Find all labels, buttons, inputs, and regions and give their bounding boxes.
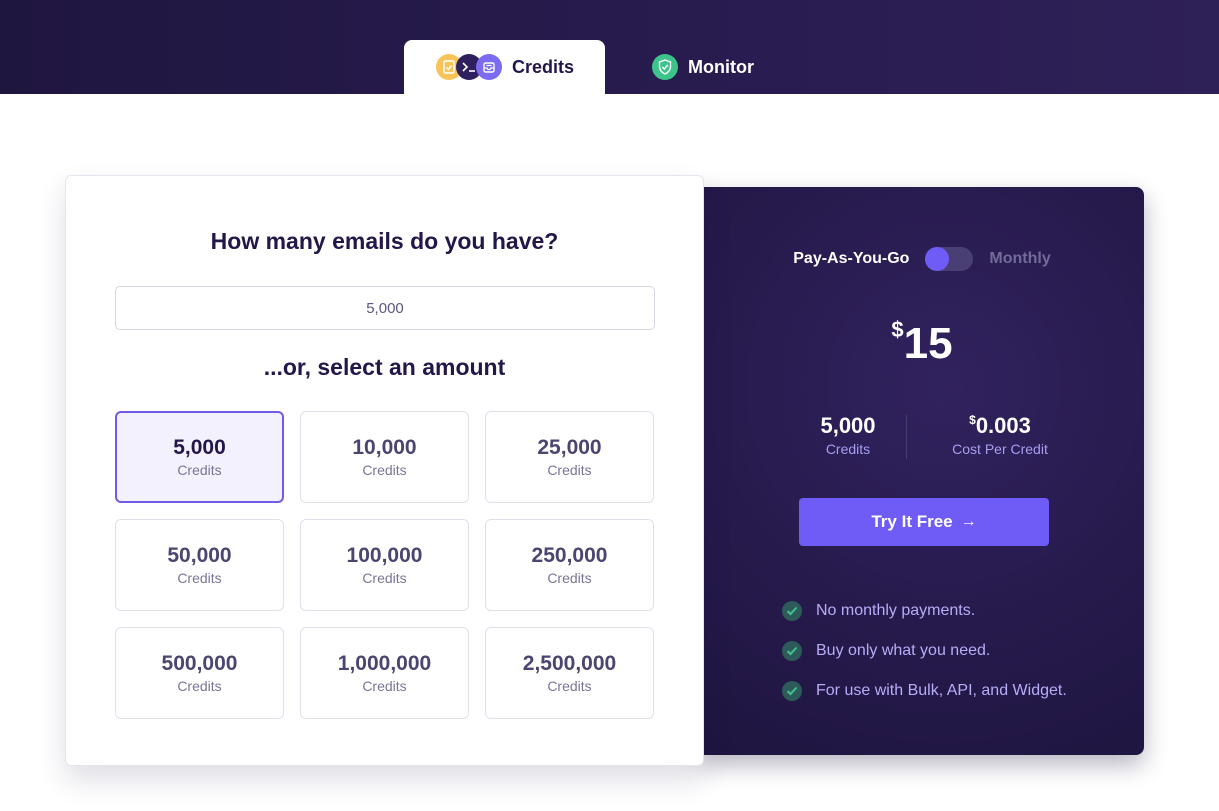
tab-credits-label: Credits: [512, 56, 575, 77]
billing-toggle-row: Pay-As-You-Go Monthly: [700, 247, 1144, 271]
feature-item: For use with Bulk, API, and Widget.: [782, 671, 1067, 711]
amount-unit: Credits: [362, 462, 407, 478]
feature-item: No monthly payments.: [782, 591, 1067, 631]
pricing-summary-panel: Pay-As-You-Go Monthly $15 5,000 Credits …: [700, 187, 1144, 755]
amount-option-1000000[interactable]: 1,000,000 Credits: [300, 627, 469, 719]
cost-per-credit-label: Cost Per Credit: [952, 441, 1048, 457]
amount-value: 50,000: [167, 544, 232, 567]
question-heading: How many emails do you have?: [210, 228, 559, 254]
amount-option-50000[interactable]: 50,000 Credits: [115, 519, 284, 611]
amount-unit: Credits: [362, 678, 407, 694]
email-count-input[interactable]: [115, 286, 655, 330]
check-circle-icon: [782, 601, 802, 621]
amount-value: 2,500,000: [522, 652, 617, 675]
cost-per-credit-stat: $0.003 Cost Per Credit: [930, 413, 1070, 457]
tab-monitor-label: Monitor: [688, 56, 754, 77]
toggle-knob: [925, 247, 950, 271]
amount-unit: Credits: [177, 678, 222, 694]
feature-text: Buy only what you need.: [816, 642, 991, 659]
billing-toggle-switch[interactable]: [925, 247, 974, 271]
feature-text: For use with Bulk, API, and Widget.: [816, 682, 1067, 699]
tab-credits[interactable]: Credits: [404, 40, 605, 94]
top-navigation-bar: Credits Monitor: [0, 0, 1219, 94]
feature-item: Buy only what you need.: [782, 631, 1067, 671]
amount-value: 25,000: [537, 436, 602, 459]
amount-option-250000[interactable]: 250,000 Credits: [485, 519, 654, 611]
amount-option-25000[interactable]: 25,000 Credits: [485, 411, 654, 503]
cost-amount: 0.003: [975, 413, 1031, 438]
credits-label: Credits: [825, 441, 871, 457]
amount-options-grid: 5,000 Credits 10,000 Credits 25,000 Cred…: [115, 411, 654, 719]
amount-unit: Credits: [547, 462, 592, 478]
amount-option-10000[interactable]: 10,000 Credits: [300, 411, 469, 503]
select-amount-heading: ...or, select an amount: [263, 354, 506, 380]
price-currency: $: [891, 317, 904, 342]
amount-option-500000[interactable]: 500,000 Credits: [115, 627, 284, 719]
credits-stat: 5,000 Credits: [788, 413, 908, 457]
cost-currency: $: [969, 413, 976, 427]
amount-unit: Credits: [547, 570, 592, 586]
email-calculator-card: How many emails do you have? ...or, sele…: [65, 175, 704, 766]
amount-unit: Credits: [362, 570, 407, 586]
amount-value: 10,000: [352, 436, 417, 459]
pay-as-you-go-label[interactable]: Pay-As-You-Go: [793, 250, 909, 268]
amount-value: 500,000: [161, 652, 238, 675]
amount-value: 5,000: [173, 436, 226, 459]
feature-list: No monthly payments. Buy only what you n…: [782, 591, 1067, 711]
monthly-label[interactable]: Monthly: [989, 250, 1050, 268]
try-it-free-button[interactable]: Try It Free →: [799, 498, 1049, 546]
arrow-right-icon: →: [960, 513, 977, 530]
credits-icon-stack: [436, 54, 502, 80]
amount-option-100000[interactable]: 100,000 Credits: [300, 519, 469, 611]
price-display: $15: [700, 319, 1144, 369]
feature-text: No monthly payments.: [816, 602, 976, 619]
check-circle-icon: [782, 681, 802, 701]
amount-value: 100,000: [346, 544, 423, 567]
amount-unit: Credits: [547, 678, 592, 694]
inbox-icon: [476, 54, 502, 80]
check-circle-icon: [782, 641, 802, 661]
cost-per-credit-value: $0.003: [930, 413, 1070, 439]
amount-value: 1,000,000: [337, 652, 432, 675]
amount-option-5000[interactable]: 5,000 Credits: [115, 411, 284, 503]
amount-value: 250,000: [531, 544, 608, 567]
credits-value: 5,000: [820, 413, 876, 438]
amount-unit: Credits: [177, 570, 222, 586]
cta-label: Try It Free: [871, 512, 953, 531]
amount-unit: Credits: [177, 462, 222, 478]
amount-option-2500000[interactable]: 2,500,000 Credits: [485, 627, 654, 719]
stats-divider: [906, 415, 907, 459]
shield-check-icon: [652, 54, 678, 80]
pricing-stats: 5,000 Credits $0.003 Cost Per Credit: [788, 413, 1054, 459]
price-amount: 15: [903, 319, 953, 368]
tab-monitor[interactable]: Monitor: [652, 40, 792, 94]
